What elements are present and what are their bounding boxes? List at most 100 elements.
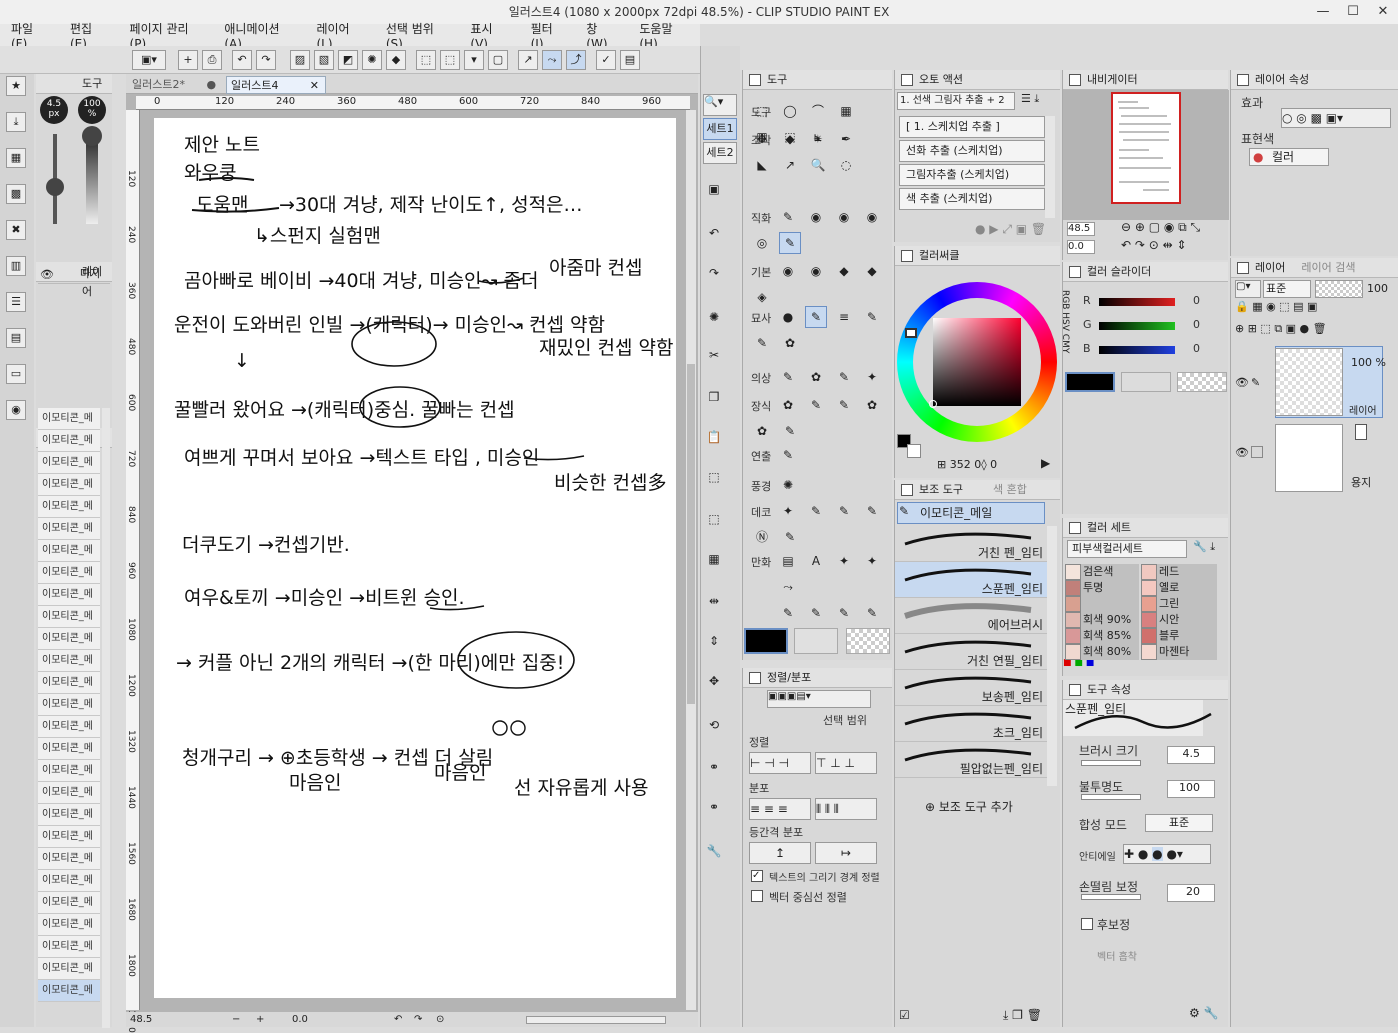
tool-button-icon[interactable]: ⬚ <box>751 100 773 122</box>
emoticon-list-item[interactable]: 이모티콘_메일 <box>38 694 100 716</box>
check-icon[interactable]: ✓ <box>596 50 616 70</box>
color-set-entry[interactable]: 검은색 <box>1081 564 1139 580</box>
tool-button-icon[interactable]: ✿ <box>805 366 827 388</box>
color-set-entry[interactable]: 시안 <box>1157 612 1217 628</box>
sub-tool-settings-icon[interactable]: ☑ <box>899 1008 910 1022</box>
layer-opacity-value[interactable]: 100 <box>1367 280 1397 298</box>
auto-action-menu-icon[interactable]: ☰ ⤓ <box>1021 92 1039 106</box>
color-set-swatch[interactable] <box>1065 564 1081 580</box>
reset-rotate-icon[interactable]: ⊙ <box>436 1012 444 1027</box>
color-set-entry[interactable]: 옐로 <box>1157 580 1217 596</box>
tool-button-icon[interactable]: ◈ <box>751 286 773 308</box>
navigator-zoom-buttons[interactable]: ⊖ ⊕ ▢ ◉ ⧉ ⤡ <box>1121 220 1200 235</box>
star-icon[interactable]: ★ <box>6 76 26 96</box>
brush-size-slider[interactable] <box>1081 760 1141 766</box>
emoticon-list-item[interactable]: 이모티콘_메일 <box>38 606 100 628</box>
navigator-zoom[interactable]: 48.5 <box>1067 222 1095 236</box>
link-icon[interactable]: ⚭ <box>703 756 725 778</box>
tool-button-icon[interactable]: ● <box>777 306 799 328</box>
emoticon-list-item[interactable]: 이모티콘_메일 <box>38 892 100 914</box>
texture-icon[interactable]: ▥ <box>6 256 26 276</box>
tool-button-icon[interactable]: ✺ <box>777 474 799 496</box>
clear-icon[interactable]: ▨ <box>290 50 310 70</box>
tool-button-icon[interactable]: ✎ <box>779 526 801 548</box>
color-set-entry[interactable]: 회색 80% <box>1081 644 1139 660</box>
channel-value[interactable]: 0 <box>1193 318 1200 331</box>
brush-size-value[interactable]: 4.5 <box>1167 746 1215 764</box>
slider-sub-color[interactable] <box>1121 372 1171 392</box>
emoticon-list-item[interactable]: 이모티콘_메일 <box>38 716 100 738</box>
distribute-v-buttons[interactable]: ⫴ ⫴ ⫴ <box>815 798 877 820</box>
cut-icon[interactable]: ✂ <box>703 344 725 366</box>
main-color-swatch[interactable] <box>744 628 788 654</box>
color-set-entry[interactable]: 회색 90% <box>1081 612 1139 628</box>
angle-readout[interactable]: 0.0 <box>292 1012 308 1027</box>
tool-button-icon[interactable]: ▦ <box>835 100 857 122</box>
emoticon-list-item[interactable]: 이모티콘_메일 <box>38 628 100 650</box>
tool-button-icon[interactable]: ✎ <box>751 332 773 354</box>
open-icon[interactable]: ⎙ <box>202 50 222 70</box>
distribute-h-buttons[interactable]: ≡ ≡ ≡ <box>749 798 811 820</box>
maximize-icon[interactable]: ☐ <box>1338 0 1368 24</box>
undo-tool-icon[interactable]: ↶ <box>703 222 725 244</box>
auto-action-item[interactable]: 선화 추출 (스케치업) <box>899 140 1045 162</box>
emoticon-list-item[interactable]: 이모티콘_메일 <box>38 540 100 562</box>
fill-icon[interactable]: ◩ <box>338 50 358 70</box>
sub-tool-group[interactable]: 이모티콘_메일 <box>897 502 1045 524</box>
zoom-readout[interactable]: 48.5 <box>130 1012 152 1027</box>
tool-button-icon[interactable]: ✦ <box>861 550 883 572</box>
move-icon[interactable]: ✥ <box>703 670 725 692</box>
tool-button-icon[interactable]: Ⓝ <box>751 526 773 548</box>
color-set-entry[interactable]: 투명 <box>1081 580 1139 596</box>
download-icon[interactable]: ⤓ <box>6 112 26 132</box>
tab-illust2[interactable]: 일러스트2* ● <box>128 76 224 94</box>
tool-button-icon[interactable]: ◎ <box>751 232 773 254</box>
paper-eye-icon[interactable]: 👁 <box>1235 446 1249 459</box>
size-slider-handle[interactable] <box>46 178 64 196</box>
tool-button-icon[interactable]: ◌ <box>835 154 857 176</box>
align-v-buttons[interactable]: ⊤ ⊥ ⊥ <box>815 752 877 774</box>
channel-slider[interactable] <box>1099 298 1175 306</box>
canvas-vscroll-thumb[interactable] <box>687 364 695 704</box>
sub-tool-item[interactable]: 초크_임티 <box>895 706 1047 742</box>
color-set-entry[interactable]: 회색 85% <box>1081 628 1139 644</box>
hue-marker[interactable] <box>905 328 917 338</box>
channel-value[interactable]: 0 <box>1193 294 1200 307</box>
effect-buttons[interactable]: ○ ◎ ▩ ▣▾ <box>1281 108 1391 128</box>
color-set-swatch[interactable] <box>1065 596 1081 612</box>
tool-button-icon[interactable]: ✎ <box>779 232 801 254</box>
new-badge-icon[interactable]: ▣ <box>703 178 725 200</box>
opacity-slider-handle[interactable] <box>82 126 102 146</box>
color-set-swatch[interactable] <box>1065 612 1081 628</box>
emoticon-scrollbar[interactable] <box>102 408 110 1028</box>
color-mode-icon[interactable]: ▶ <box>1041 456 1050 470</box>
sub-tool-scrollbar[interactable] <box>1047 526 1057 786</box>
tool-button-icon[interactable]: ✿ <box>861 394 883 416</box>
tool-button-icon[interactable]: ✦ <box>861 366 883 388</box>
post-correction-checkbox[interactable] <box>1081 918 1093 930</box>
redo-tool-icon[interactable]: ↷ <box>703 262 725 284</box>
layout-icon[interactable]: ▣▾ <box>132 50 166 70</box>
sub-color-mini[interactable] <box>907 444 921 458</box>
color-set-dropdown[interactable]: 피부색컬러세트 <box>1067 540 1187 558</box>
cross-icon[interactable]: ✖ <box>6 220 26 240</box>
channel-value[interactable]: 0 <box>1193 342 1200 355</box>
camera-icon[interactable]: ◉ <box>6 400 26 420</box>
sv-marker[interactable] <box>929 400 937 408</box>
tool-button-icon[interactable]: ✎ <box>861 306 883 328</box>
bucket-icon[interactable]: ◆ <box>386 50 406 70</box>
color-set-swatch[interactable] <box>1141 612 1157 628</box>
tool-button-icon[interactable]: ▤ <box>777 550 799 572</box>
rotate-tool-icon[interactable]: ⟲ <box>703 714 725 736</box>
layer-thumbnail[interactable] <box>1275 348 1343 416</box>
tool-button-icon[interactable]: ✎ <box>777 444 799 466</box>
blend-mode-dropdown[interactable]: 표준 <box>1145 814 1213 832</box>
eye-icon[interactable]: 👁 <box>40 268 54 281</box>
tool-button-icon[interactable]: ✎ <box>805 500 827 522</box>
emoticon-list-item[interactable]: 이모티콘_메일 <box>38 848 100 870</box>
color-set-swatch[interactable] <box>1141 580 1157 596</box>
color-set-swatch[interactable] <box>1141 628 1157 644</box>
emoticon-list-item[interactable]: 이모티콘_메일 <box>38 496 100 518</box>
wrench-icon[interactable]: 🔧 <box>703 840 725 862</box>
color-set-entry[interactable]: 마젠타 <box>1157 644 1217 660</box>
